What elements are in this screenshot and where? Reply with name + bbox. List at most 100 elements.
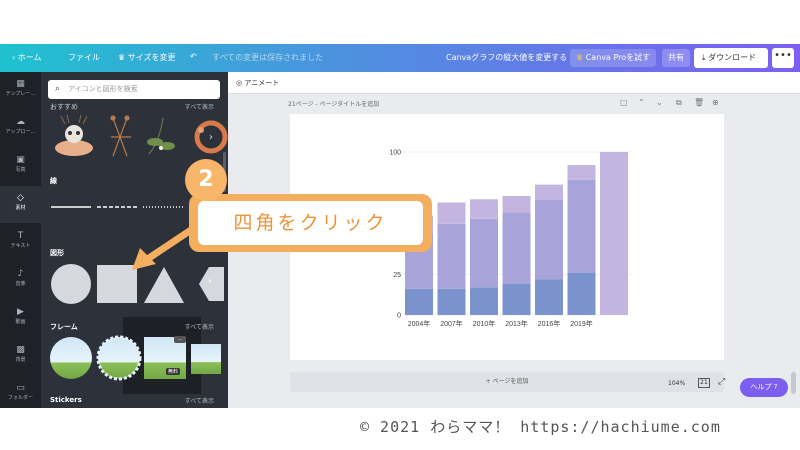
x-tick-label: 2016年 [538, 319, 561, 328]
crown-icon: ♛ [118, 53, 128, 62]
x-tick-label: 2019年 [570, 319, 593, 328]
more-options-button[interactable]: ••• [772, 48, 794, 68]
bar-segment[interactable] [567, 272, 596, 315]
step-number-badge: 2 [185, 159, 227, 201]
animate-button[interactable]: ◎ アニメート [236, 78, 279, 88]
bar-segment[interactable] [502, 284, 531, 315]
more-icon[interactable]: … [174, 336, 186, 343]
y-tick-label: 100 [389, 150, 401, 157]
free-badge: 無料 [166, 368, 181, 375]
copyright-footer: © 2021 わらママ！ https://hachiume.com [360, 418, 721, 436]
scalloped-frame[interactable] [96, 335, 142, 381]
document-title[interactable]: Canvaグラフの縦大値を変更する [446, 52, 567, 63]
nav-video[interactable]: ▶ 動画 [0, 300, 41, 337]
bar-segment[interactable] [437, 288, 466, 315]
template-icon: ▦ [16, 79, 25, 89]
duplicate-icon[interactable]: ⧉ [676, 98, 682, 108]
bar-segment[interactable] [470, 199, 498, 219]
section-title-lines: 線 [50, 177, 57, 185]
search-input[interactable]: アイコンと図形を検索 [48, 80, 220, 99]
file-menu[interactable]: ファイル [68, 52, 100, 63]
mistletoe-sticker[interactable] [147, 117, 175, 155]
nav-photos[interactable]: ▣ 写真 [0, 148, 41, 185]
undo-icon[interactable]: ↶ [190, 52, 197, 61]
bar-segment[interactable] [535, 184, 563, 200]
canvas-toolbar: ◎ アニメート [228, 72, 800, 94]
x-tick-label: 2007年 [440, 319, 463, 328]
bar-segment[interactable] [567, 165, 596, 180]
chevron-right-icon[interactable]: › [209, 132, 213, 143]
nav-templates[interactable]: ▦ テンプレー… [0, 72, 41, 109]
save-status: すべての変更は保存されました [212, 53, 324, 62]
help-button[interactable]: ヘルプ ? [740, 378, 788, 397]
see-all-stickers[interactable]: すべて表示 [185, 396, 214, 405]
chevron-right-icon[interactable]: › [208, 276, 212, 287]
side-nav: ▦ テンプレー… ☁ アップロー… ▣ 写真 ◇ 素材 T テキスト ♪ 音楽 … [0, 72, 41, 408]
raccoon-sticker[interactable] [55, 114, 93, 156]
crown-icon: ♛ [576, 53, 586, 62]
x-tick-label: 2013年 [505, 319, 528, 328]
nav-elements[interactable]: ◇ 素材 [0, 186, 41, 223]
chevron-down-icon[interactable]: ⌄ [656, 98, 663, 107]
rectangle-frame[interactable] [191, 344, 221, 374]
screenshot: ‹ ホーム ファイル ♛ サイズを変更 ↶ すべての変更は保存されました Can… [0, 0, 800, 450]
recommended-stickers-row [55, 114, 228, 157]
bar-segment[interactable] [470, 287, 498, 315]
bar-segment[interactable] [535, 279, 563, 315]
search-icon: ⌕ [55, 84, 61, 94]
text-icon: T [17, 231, 24, 241]
try-pro-button[interactable]: ♛ Canva Proを試す [570, 49, 657, 67]
bar-segment[interactable] [502, 212, 531, 285]
download-button[interactable]: ⤓ ダウンロード [694, 48, 768, 68]
nav-folder[interactable]: ▭ フォルダー [0, 376, 41, 408]
upload-icon: ☁ [16, 117, 25, 127]
arrow-icon [132, 224, 198, 270]
add-page-button[interactable]: + ページを追加 [290, 372, 724, 392]
bar-segment[interactable] [470, 218, 498, 288]
section-title-stickers: Stickers [50, 396, 82, 404]
instruction-callout: 四角をクリック [189, 194, 432, 252]
canvas-scrollbar[interactable] [791, 372, 796, 394]
see-all-recommended[interactable]: すべて表示 [185, 102, 214, 111]
bar-segment[interactable] [502, 196, 531, 213]
bar-segment[interactable] [437, 202, 466, 224]
music-icon: ♪ [17, 269, 24, 279]
bar-segment[interactable] [600, 152, 628, 315]
instruction-text: 四角をクリック [198, 201, 423, 245]
section-title-recommended: おすすめ [50, 103, 78, 111]
nav-uploads[interactable]: ☁ アップロー… [0, 110, 41, 147]
resize-button[interactable]: ♛ サイズを変更 [118, 52, 175, 63]
section-title-frames: フレーム [50, 323, 78, 331]
chevron-up-icon[interactable]: ⌃ [638, 98, 645, 107]
background-icon: ▩ [16, 345, 25, 355]
elements-icon: ◇ [17, 193, 24, 203]
y-tick-label: 0 [397, 313, 401, 320]
nav-background[interactable]: ▩ 背景 [0, 338, 41, 375]
circle-frame[interactable] [50, 337, 92, 379]
nav-text[interactable]: T テキスト [0, 224, 41, 261]
add-page-icon[interactable]: ⊕ [712, 98, 719, 107]
bar-segment[interactable] [535, 199, 563, 280]
fullscreen-icon[interactable]: ⤢ [718, 377, 725, 387]
see-all-frames[interactable]: すべて表示 [185, 322, 214, 331]
y-tick-label: 25 [393, 272, 401, 279]
share-button[interactable]: 共有 [662, 49, 690, 67]
lines-row [51, 206, 183, 208]
folder-icon: ▭ [16, 383, 25, 393]
zoom-level[interactable]: 104% [668, 380, 685, 387]
bar-segment[interactable] [405, 288, 433, 315]
nav-music[interactable]: ♪ 音楽 [0, 262, 41, 299]
canva-editor: ‹ ホーム ファイル ♛ サイズを変更 ↶ すべての変更は保存されました Can… [0, 0, 800, 408]
note-icon[interactable]: ▢ [620, 98, 628, 107]
bar-segment[interactable] [567, 179, 596, 273]
home-button[interactable]: ‹ ホーム [12, 52, 42, 63]
snowflake-branch-sticker[interactable] [110, 115, 131, 157]
trash-icon[interactable]: 🗑 [694, 98, 704, 107]
x-tick-label: 2004年 [408, 319, 431, 328]
page-title-label[interactable]: 21ページ - ページタイトルを追加 [288, 99, 379, 108]
bar-segment[interactable] [437, 223, 466, 289]
circle-shape[interactable] [51, 264, 91, 304]
frames-row [50, 335, 221, 381]
video-icon: ▶ [17, 307, 24, 317]
page-count[interactable]: 21 [698, 378, 710, 388]
